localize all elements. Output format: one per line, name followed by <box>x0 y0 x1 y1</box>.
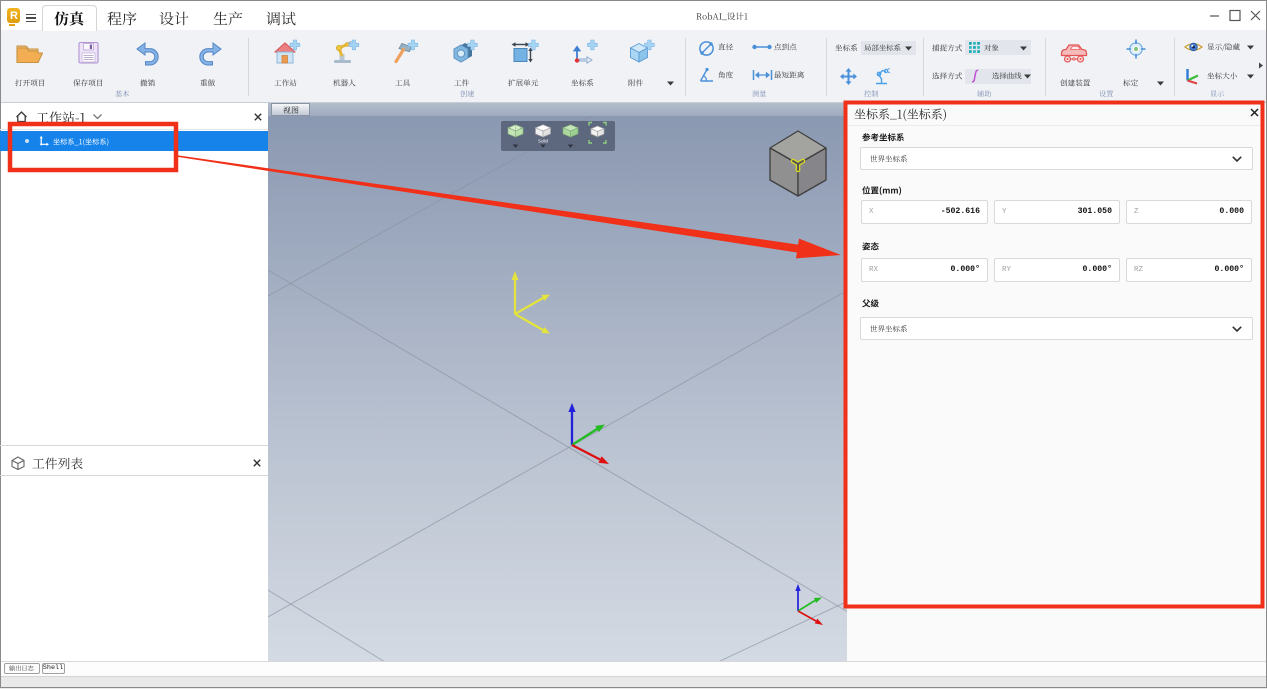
svg-text:Solid: Solid <box>538 139 549 144</box>
